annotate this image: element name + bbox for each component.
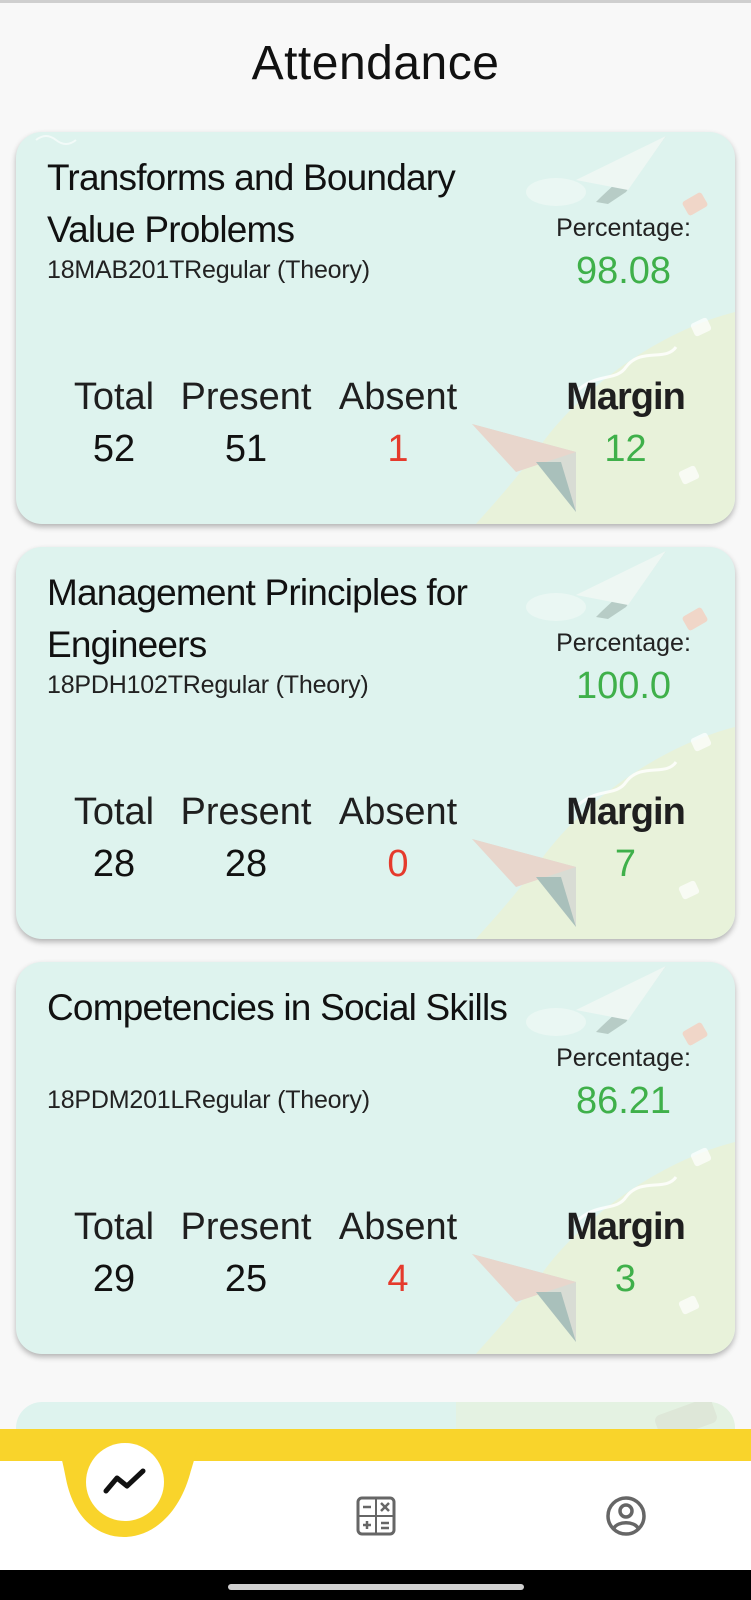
- status-divider: [0, 0, 751, 3]
- absent-label: Absent: [338, 791, 458, 833]
- course-title: Competencies in Social Skills: [47, 987, 508, 1028]
- absent-label: Absent: [338, 1206, 458, 1248]
- percentage-label: Percentage:: [556, 1044, 691, 1072]
- trend-line-icon: [103, 1468, 146, 1494]
- nav-attendance-button[interactable]: [86, 1443, 164, 1521]
- present-label: Present: [180, 376, 312, 418]
- present-value: 25: [224, 1258, 268, 1300]
- course-code: 18MAB201TRegular (Theory): [47, 256, 370, 284]
- percentage-label: Percentage:: [556, 629, 691, 657]
- margin-value: 3: [614, 1258, 637, 1300]
- absent-value: 1: [387, 428, 409, 470]
- percentage-value: 100.0: [575, 665, 672, 707]
- user-circle-icon: [606, 1496, 646, 1536]
- present-label: Present: [180, 791, 312, 833]
- margin-label: Margin: [566, 376, 686, 418]
- course-title: Transforms and Boundary Value Problems: [47, 157, 456, 250]
- course-code: 18PDM201LRegular (Theory): [47, 1086, 370, 1114]
- nav-profile-button[interactable]: [598, 1488, 654, 1544]
- home-gesture-handle[interactable]: [228, 1584, 524, 1590]
- percentage-value: 98.08: [575, 250, 672, 292]
- calculator-icon: [356, 1496, 396, 1536]
- margin-label: Margin: [566, 1206, 686, 1248]
- percentage-value: 86.21: [575, 1080, 672, 1122]
- percentage-label: Percentage:: [556, 214, 691, 242]
- page-title: Attendance: [251, 37, 500, 90]
- margin-label: Margin: [566, 791, 686, 833]
- nav-marks-button[interactable]: [348, 1488, 404, 1544]
- absent-value: 4: [387, 1258, 409, 1300]
- course-card[interactable]: Management Principles for Engineers 18PD…: [16, 547, 735, 939]
- course-card[interactable]: Transforms and Boundary Value Problems 1…: [16, 132, 735, 524]
- absent-label: Absent: [338, 376, 458, 418]
- margin-value: 7: [614, 843, 637, 885]
- course-code: 18PDH102TRegular (Theory): [47, 671, 369, 699]
- present-value: 28: [224, 843, 268, 885]
- absent-value: 0: [387, 843, 409, 885]
- course-card[interactable]: Competencies in Social Skills 18PDM201LR…: [16, 962, 735, 1354]
- present-value: 51: [224, 428, 268, 470]
- margin-value: 12: [604, 428, 647, 470]
- present-label: Present: [180, 1206, 312, 1248]
- course-title: Management Principles for Engineers: [47, 572, 468, 665]
